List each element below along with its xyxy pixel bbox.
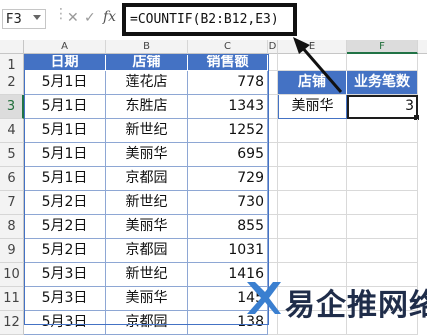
cell[interactable] bbox=[268, 95, 278, 119]
cancel-icon[interactable]: ✕ bbox=[67, 10, 79, 26]
date-cell[interactable]: 5月1日 bbox=[24, 71, 106, 95]
sales-cell[interactable]: 730 bbox=[188, 191, 268, 215]
cell[interactable] bbox=[278, 191, 347, 215]
row-header[interactable]: 3 bbox=[0, 95, 24, 119]
cell[interactable] bbox=[268, 71, 278, 95]
sales-cell[interactable]: 1031 bbox=[188, 239, 268, 263]
row-header[interactable]: 12 bbox=[0, 311, 24, 335]
date-cell[interactable]: 5月2日 bbox=[24, 191, 106, 215]
cell[interactable] bbox=[268, 167, 278, 191]
name-box-dropdown-icon[interactable] bbox=[33, 15, 41, 20]
insert-function-icon[interactable]: fx bbox=[103, 9, 116, 25]
cell[interactable] bbox=[278, 215, 347, 239]
cell[interactable] bbox=[347, 191, 418, 215]
cell[interactable] bbox=[347, 54, 418, 71]
date-cell[interactable]: 5月1日 bbox=[24, 95, 106, 119]
store-cell[interactable]: 京都园 bbox=[106, 167, 188, 191]
cell[interactable] bbox=[268, 143, 278, 167]
column-header-c[interactable]: C bbox=[188, 40, 268, 54]
column-header-a[interactable]: A bbox=[24, 40, 106, 54]
store-cell[interactable]: 京都园 bbox=[106, 311, 188, 335]
row-header[interactable]: 10 bbox=[0, 263, 24, 287]
cell[interactable] bbox=[347, 143, 418, 167]
row-header[interactable]: 11 bbox=[0, 287, 24, 311]
cell[interactable] bbox=[278, 54, 347, 71]
formula-bar: F3 ⋮ ✕ ✓ fx =COUNTIF(B2:B12,E3) bbox=[0, 0, 427, 41]
store-cell[interactable]: 美丽华 bbox=[106, 143, 188, 167]
cell[interactable] bbox=[268, 54, 278, 71]
row-header[interactable]: 8 bbox=[0, 215, 24, 239]
date-cell[interactable]: 5月1日 bbox=[24, 143, 106, 167]
cell[interactable] bbox=[347, 239, 418, 263]
row-header[interactable]: 4 bbox=[0, 119, 24, 143]
column-header-f[interactable]: F bbox=[347, 40, 418, 54]
row-header[interactable]: 5 bbox=[0, 143, 24, 167]
column-header-g[interactable] bbox=[418, 40, 427, 54]
column-header-e[interactable]: E bbox=[278, 40, 347, 54]
watermark-logo: 易企推网络 bbox=[243, 276, 427, 323]
lookup-store-cell[interactable]: 美丽华 bbox=[278, 95, 347, 119]
sales-cell[interactable]: 729 bbox=[188, 167, 268, 191]
date-cell[interactable]: 5月3日 bbox=[24, 311, 106, 335]
date-cell[interactable]: 5月1日 bbox=[24, 167, 106, 191]
store-cell[interactable]: 美丽华 bbox=[106, 287, 188, 311]
store-cell[interactable]: 京都园 bbox=[106, 239, 188, 263]
row-header[interactable]: 2 bbox=[0, 71, 24, 95]
column-header-d[interactable]: D bbox=[268, 40, 278, 54]
date-cell[interactable]: 5月1日 bbox=[24, 119, 106, 143]
lookup-count-cell[interactable]: 3 bbox=[347, 95, 418, 119]
store-cell[interactable]: 东胜店 bbox=[106, 95, 188, 119]
cell[interactable] bbox=[347, 215, 418, 239]
sales-cell[interactable]: 1252 bbox=[188, 119, 268, 143]
cell[interactable] bbox=[278, 167, 347, 191]
formula-input[interactable]: =COUNTIF(B2:B12,E3) bbox=[122, 3, 297, 36]
cell[interactable] bbox=[278, 239, 347, 263]
cell[interactable] bbox=[347, 119, 418, 143]
date-cell[interactable]: 5月2日 bbox=[24, 239, 106, 263]
row-header[interactable]: 6 bbox=[0, 167, 24, 191]
sales-cell[interactable]: 695 bbox=[188, 143, 268, 167]
store-cell[interactable]: 新世纪 bbox=[106, 191, 188, 215]
date-cell[interactable]: 5月2日 bbox=[24, 215, 106, 239]
table-header-store[interactable]: 店铺 bbox=[106, 54, 188, 71]
cell[interactable] bbox=[268, 119, 278, 143]
row-header[interactable]: 9 bbox=[0, 239, 24, 263]
cell[interactable] bbox=[268, 239, 278, 263]
cell[interactable] bbox=[268, 215, 278, 239]
sales-cell[interactable]: 855 bbox=[188, 215, 268, 239]
row-header[interactable]: 7 bbox=[0, 191, 24, 215]
store-cell[interactable]: 美丽华 bbox=[106, 215, 188, 239]
store-cell[interactable]: 新世纪 bbox=[106, 119, 188, 143]
enter-icon[interactable]: ✓ bbox=[84, 10, 96, 26]
formula-bar-grip-icon: ⋮ bbox=[54, 6, 68, 22]
watermark-text: 易企推网络 bbox=[285, 288, 427, 323]
store-cell[interactable]: 莲花店 bbox=[106, 71, 188, 95]
date-cell[interactable]: 5月3日 bbox=[24, 287, 106, 311]
sales-cell[interactable]: 1343 bbox=[188, 95, 268, 119]
sales-cell[interactable]: 778 bbox=[188, 71, 268, 95]
lookup-header-store[interactable]: 店铺 bbox=[278, 71, 347, 95]
date-cell[interactable]: 5月3日 bbox=[24, 263, 106, 287]
cell[interactable] bbox=[347, 167, 418, 191]
cell[interactable] bbox=[278, 119, 347, 143]
lookup-header-count[interactable]: 业务笔数 bbox=[347, 71, 418, 95]
cell[interactable] bbox=[268, 191, 278, 215]
select-all-corner[interactable] bbox=[0, 40, 24, 54]
watermark-icon bbox=[247, 282, 281, 314]
table-header-sales[interactable]: 销售额 bbox=[188, 54, 268, 71]
store-cell[interactable]: 新世纪 bbox=[106, 263, 188, 287]
column-header-b[interactable]: B bbox=[106, 40, 188, 54]
table-header-date[interactable]: 日期 bbox=[24, 54, 106, 71]
cell[interactable] bbox=[278, 143, 347, 167]
